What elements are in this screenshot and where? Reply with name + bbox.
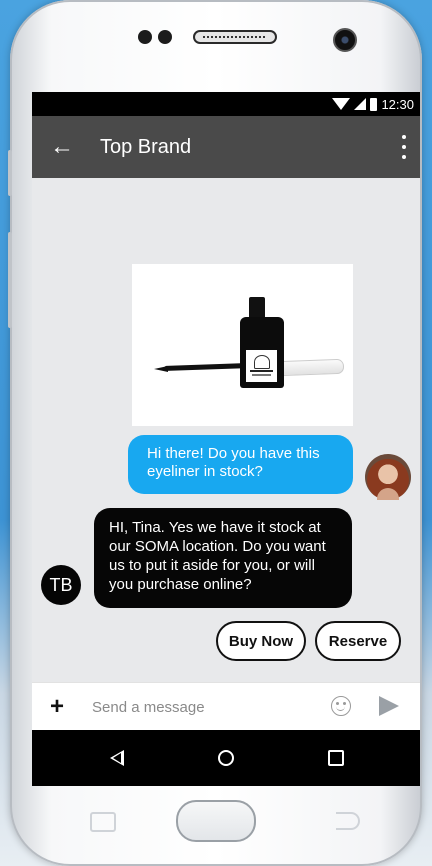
- outgoing-message-bubble: Hi there! Do you have this eyeliner in s…: [128, 435, 353, 494]
- send-icon[interactable]: [379, 696, 399, 716]
- hardware-recent-key: [90, 812, 116, 832]
- message-input[interactable]: [90, 697, 314, 717]
- nav-recent-icon[interactable]: [328, 750, 344, 766]
- system-nav-bar: [32, 730, 420, 786]
- reserve-button[interactable]: Reserve: [315, 621, 401, 661]
- back-arrow-icon[interactable]: ←: [32, 133, 90, 161]
- app-bar: ← Top Brand: [32, 116, 420, 178]
- more-vert-icon[interactable]: [402, 135, 406, 159]
- earpiece-speaker: [193, 30, 277, 44]
- add-attachment-button[interactable]: +: [46, 693, 68, 721]
- battery-icon: [370, 97, 378, 111]
- emoji-icon[interactable]: [331, 696, 351, 716]
- nav-home-icon[interactable]: [218, 750, 234, 766]
- hardware-home-button: [176, 800, 256, 842]
- sensor-dots: [138, 30, 172, 44]
- front-camera: [333, 28, 357, 52]
- bottle-label-logo: [246, 350, 277, 382]
- product-image-card[interactable]: [132, 264, 353, 426]
- hardware-back-key: [336, 812, 360, 830]
- conversation-title: Top Brand: [100, 135, 192, 158]
- volume-key: [8, 150, 12, 196]
- user-avatar: [365, 454, 411, 500]
- buy-now-button[interactable]: Buy Now: [216, 621, 306, 661]
- signal-icon: [354, 98, 367, 110]
- status-time: 12:30: [381, 96, 414, 112]
- bottle-neck: [249, 297, 265, 319]
- incoming-message-bubble: HI, Tina. Yes we have it stock at our SO…: [94, 508, 352, 608]
- side-key: [8, 232, 12, 328]
- status-bar: 12:30: [32, 92, 420, 116]
- message-composer: +: [32, 682, 420, 731]
- wifi-icon: [332, 98, 351, 110]
- phone-screen: 12:30 ← Top Brand Hi there! Do you have …: [32, 92, 420, 786]
- nav-back-icon[interactable]: [110, 750, 124, 766]
- eyeliner-cap: [275, 358, 345, 377]
- brand-avatar: TB: [41, 565, 81, 605]
